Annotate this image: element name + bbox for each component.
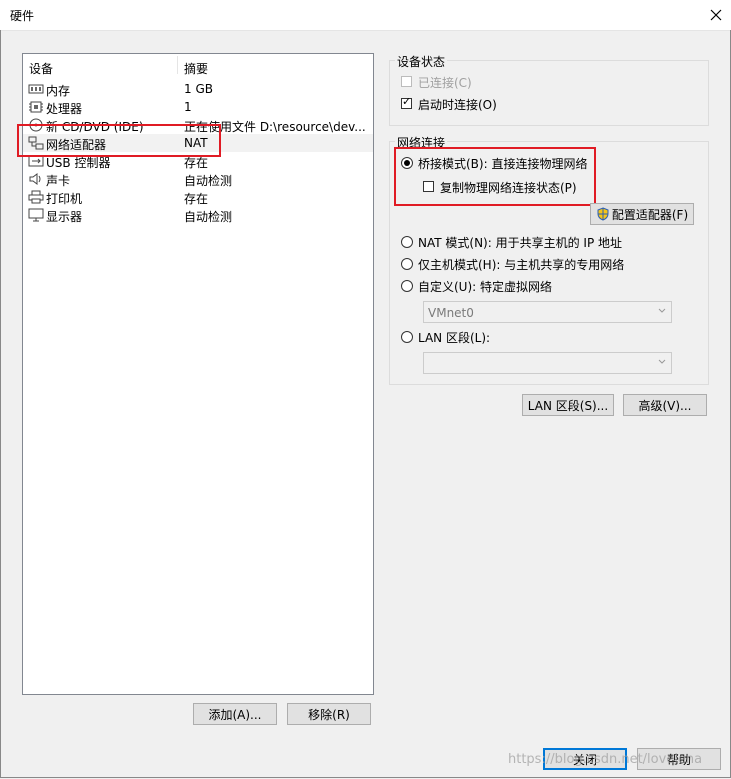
lan-segment-select[interactable] <box>423 352 672 374</box>
connected-label: 已连接(C) <box>418 76 472 90</box>
custom-network-value: VMnet0 <box>428 306 474 320</box>
lan-segment-label: LAN 区段(L): <box>418 331 491 345</box>
custom-network-select[interactable]: VMnet0 <box>423 301 672 323</box>
list-header: 设备 摘要 <box>23 54 373 76</box>
host-only-label: 仅主机模式(H): 与主机共享的专用网络 <box>418 258 625 272</box>
nat-label: NAT 模式(N): 用于共享主机的 IP 地址 <box>418 236 623 250</box>
nat-radio[interactable] <box>401 236 413 248</box>
lan-segments-button[interactable]: LAN 区段(S)... <box>522 394 614 416</box>
host-only-radio[interactable] <box>401 258 413 270</box>
device-summary: 1 GB <box>184 82 213 96</box>
connect-on-power-label: 启动时连接(O) <box>418 98 497 112</box>
device-summary: 自动检测 <box>184 210 233 224</box>
configure-adapters-label: 配置适配器(F) <box>611 207 689 222</box>
speaker-icon <box>29 173 41 185</box>
cpu-icon <box>29 101 43 113</box>
device-row-printer[interactable]: 打印机 存在 <box>23 188 373 206</box>
device-name: 显示器 <box>46 210 83 224</box>
printer-icon <box>28 190 44 204</box>
close-icon <box>710 9 722 21</box>
title-bar: 硬件 <box>0 0 731 31</box>
custom-radio[interactable] <box>401 280 413 292</box>
device-summary: 1 <box>184 100 192 114</box>
highlight-bridged-mode <box>394 147 596 206</box>
connect-on-power-checkbox[interactable]: ✓ <box>401 95 412 109</box>
custom-label: 自定义(U): 特定虚拟网络 <box>418 280 553 294</box>
device-summary: 自动检测 <box>184 174 233 188</box>
configure-adapters-button[interactable]: 配置适配器(F) <box>590 203 694 225</box>
column-header-summary[interactable]: 摘要 <box>184 60 208 77</box>
device-name: 打印机 <box>46 192 83 206</box>
watermark-text: https://blog.csdn.net/lovelena <box>508 752 703 767</box>
checkmark-icon: ✓ <box>402 95 412 108</box>
column-header-device[interactable]: 设备 <box>29 60 53 77</box>
shield-icon <box>597 207 609 221</box>
column-separator[interactable] <box>177 56 178 74</box>
device-summary: 存在 <box>184 192 209 206</box>
connected-checkbox[interactable] <box>401 76 412 87</box>
memory-icon <box>28 84 44 94</box>
remove-device-button[interactable]: 移除(R) <box>287 703 371 725</box>
device-row-display[interactable]: 显示器 自动检测 <box>23 206 373 224</box>
chevron-down-icon <box>658 359 666 364</box>
device-status-title: 设备状态 <box>395 53 448 70</box>
highlight-network-adapter <box>17 124 221 157</box>
advanced-button[interactable]: 高级(V)... <box>623 394 707 416</box>
device-row-sound-card[interactable]: 声卡 自动检测 <box>23 170 373 188</box>
device-row-cpu[interactable]: 处理器 1 <box>23 98 373 116</box>
device-row-memory[interactable]: 内存 1 GB <box>23 80 373 98</box>
device-name: 声卡 <box>46 174 71 188</box>
monitor-icon <box>28 208 44 222</box>
lan-segment-radio[interactable] <box>401 331 413 343</box>
chevron-down-icon <box>658 308 666 313</box>
add-device-button[interactable]: 添加(A)... <box>193 703 277 725</box>
close-window-button[interactable] <box>701 0 731 30</box>
device-name: 处理器 <box>46 102 83 116</box>
window-title: 硬件 <box>10 9 35 23</box>
device-name: 内存 <box>46 84 71 98</box>
